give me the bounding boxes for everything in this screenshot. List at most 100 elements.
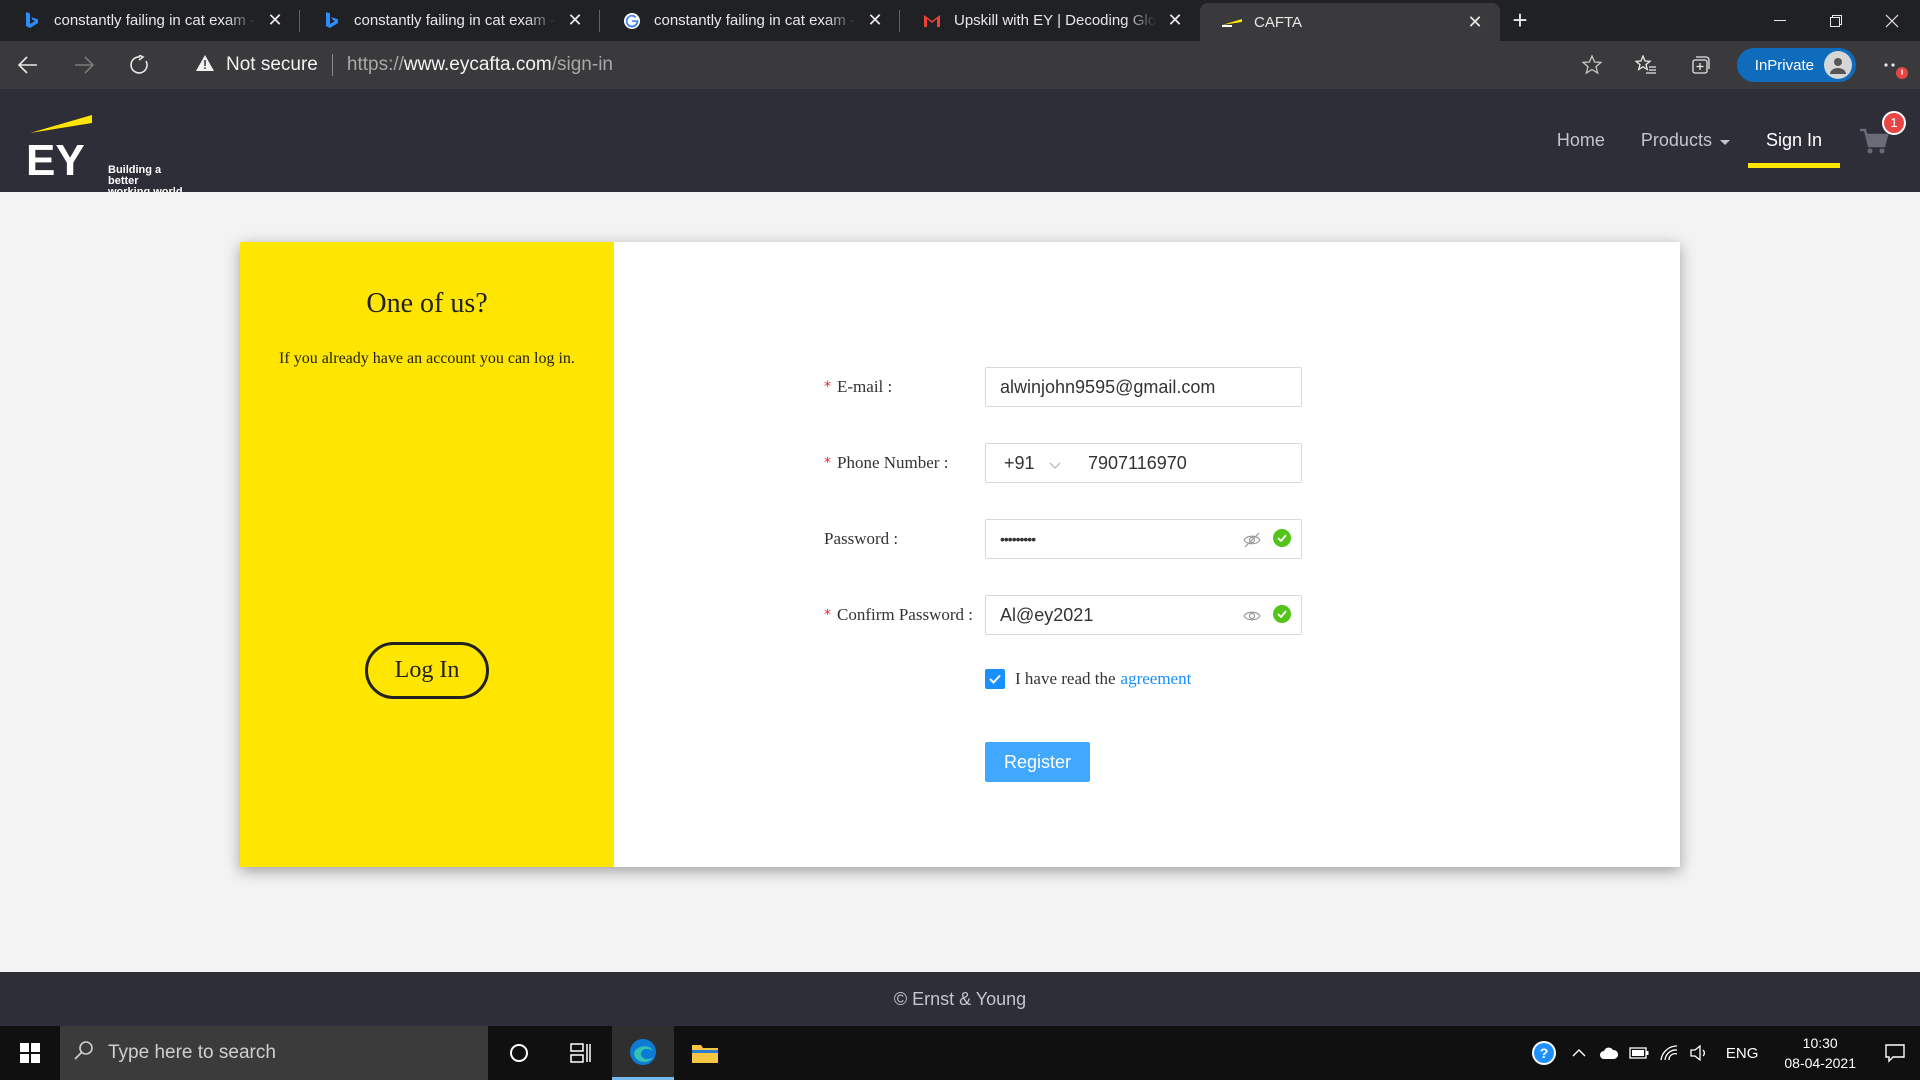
phone-row: * Phone Number : +91 7907116970 [614,443,1680,483]
profile-avatar-icon [1824,51,1852,79]
cart-button[interactable]: 1 [1854,110,1906,161]
register-card: One of us? If you already have an accoun… [240,242,1680,867]
required-asterisk: * [824,455,831,471]
panel-title: One of us? [366,288,488,319]
restore-button[interactable] [1808,0,1864,41]
browser-tab[interactable]: constantly failing in cat exam - B ✕ [300,0,600,41]
notification-center-button[interactable] [1870,1026,1920,1080]
taskbar-edge[interactable] [612,1026,674,1080]
browser-tab-active[interactable]: CAFTA ✕ [1200,3,1500,41]
nav-sign-in[interactable]: Sign In [1747,89,1841,192]
taskbar-search-box[interactable]: Type here to search [60,1026,488,1080]
tab-title: constantly failing in cat exam - B [54,12,256,29]
caret-down-icon [1719,139,1730,145]
favorite-star-icon[interactable] [1565,41,1619,89]
confirm-password-row: * Confirm Password : Al@ey2021 [614,595,1680,635]
tab-title: Upskill with EY | Decoding Globa [954,12,1156,29]
tagline-line: Building a better [108,164,162,187]
taskbar-file-explorer[interactable] [674,1026,736,1080]
task-view-button[interactable] [550,1026,612,1080]
eye-icon[interactable] [1243,607,1261,625]
refresh-button[interactable] [112,41,168,89]
alert-dot-icon [1896,67,1908,79]
warning-icon[interactable] [196,54,214,76]
agreement-link[interactable]: agreement [1121,669,1192,689]
close-window-button[interactable] [1864,0,1920,41]
close-icon[interactable]: ✕ [564,10,586,32]
inprivate-label: InPrivate [1754,56,1814,74]
cortana-circle-icon [510,1044,528,1062]
system-tray: ? ENG 10:30 08-04-2021 [1524,1026,1920,1080]
collections-icon[interactable] [1673,41,1727,89]
browser-tab[interactable]: constantly failing in cat exam - B ✕ [0,0,300,41]
password-label-text: Password [824,529,890,548]
log-in-button[interactable]: Log In [365,642,489,699]
more-menu-icon[interactable] [1866,41,1920,89]
close-icon[interactable]: ✕ [1164,10,1186,32]
browser-tab[interactable]: constantly failing in cat exam - G ✕ [600,0,900,41]
country-code-select[interactable]: +91 [985,443,1075,483]
required-asterisk: * [824,379,831,395]
wifi-icon[interactable] [1654,1026,1684,1080]
agreement-row: I have read the agreement [985,667,1191,691]
email-row: * E-mail : alwinjohn9595@gmail.com [614,367,1680,407]
inprivate-badge[interactable]: InPrivate [1736,48,1856,82]
favorites-icon[interactable] [1619,41,1673,89]
cortana-button[interactable] [488,1026,550,1080]
close-icon[interactable]: ✕ [264,10,286,32]
nav-home[interactable]: Home [1557,89,1605,192]
confirm-password-field[interactable]: Al@ey2021 [985,595,1302,635]
cart-count-badge: 1 [1882,110,1906,135]
battery-icon[interactable] [1624,1026,1654,1080]
system-clock[interactable]: 10:30 08-04-2021 [1784,1033,1856,1073]
required-asterisk: * [824,607,831,623]
help-icon[interactable]: ? [1524,1026,1564,1080]
folder-icon [692,1045,718,1063]
email-field[interactable]: alwinjohn9595@gmail.com [985,367,1302,407]
confirm-password-value: Al@ey2021 [1000,604,1094,625]
login-prompt-panel: One of us? If you already have an accoun… [240,242,614,867]
cloud-icon[interactable] [1594,1026,1624,1080]
url-path: /sign-in [551,54,613,75]
volume-icon[interactable] [1684,1026,1714,1080]
bing-icon [22,11,42,31]
email-label: * E-mail : [824,377,893,396]
address-bar[interactable]: Not secure https://www.eycafta.com/sign-… [180,45,1580,85]
search-icon [74,1040,94,1066]
ey-logo[interactable]: EY Building a better working world [26,103,186,198]
chevron-up-icon[interactable] [1564,1026,1594,1080]
clock-time: 10:30 [1802,1035,1838,1051]
panel-subtitle: If you already have an account you can l… [279,350,575,367]
register-button[interactable]: Register [985,742,1090,782]
forward-button[interactable] [56,41,112,89]
back-button[interactable] [0,41,56,89]
confirm-password-label: * Confirm Password : [824,605,974,624]
nav-products-label: Products [1640,130,1712,150]
password-label: Password : [824,529,899,548]
email-label-text: E-mail [837,377,884,396]
ey-favicon [1222,12,1242,32]
close-icon[interactable]: ✕ [1464,11,1486,33]
password-field[interactable]: ••••••••• [985,519,1302,559]
url-text[interactable]: https://www.eycafta.com/sign-in [347,54,613,76]
windows-taskbar: Type here to search ? ENG 10:30 08-04-20… [0,1026,1920,1080]
language-indicator[interactable]: ENG [1726,1045,1759,1062]
browser-tab[interactable]: Upskill with EY | Decoding Globa ✕ [900,0,1200,41]
notification-icon [1885,1044,1905,1063]
start-button[interactable] [0,1026,60,1080]
browser-tab-strip: constantly failing in cat exam - B ✕ con… [0,0,1920,41]
svg-text:EY: EY [26,136,85,183]
edge-icon [630,1038,656,1065]
nav-products[interactable]: Products [1641,89,1730,192]
address-divider [331,54,333,76]
browser-toolbar: Not secure https://www.eycafta.com/sign-… [0,41,1920,89]
phone-number-field[interactable]: 7907116970 [1074,443,1302,483]
password-value: ••••••••• [1000,531,1036,547]
close-icon[interactable]: ✕ [864,10,886,32]
new-tab-button[interactable]: + [1500,0,1540,41]
minimize-button[interactable] [1752,0,1808,41]
security-label[interactable]: Not secure [226,54,318,76]
agreement-checkbox[interactable] [985,669,1005,689]
clock-date: 08-04-2021 [1784,1055,1856,1071]
eye-slash-icon[interactable] [1243,531,1261,549]
